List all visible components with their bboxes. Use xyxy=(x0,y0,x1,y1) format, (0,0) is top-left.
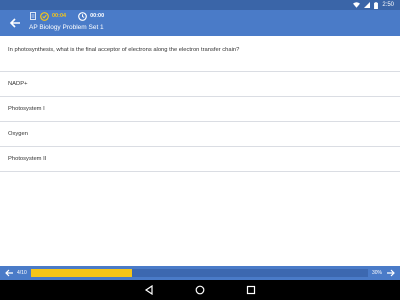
home-circle-icon[interactable] xyxy=(195,285,205,295)
answer-option-label: Oxygen xyxy=(8,131,28,137)
question-counter: 4/10 xyxy=(17,270,27,276)
answer-option[interactable]: Oxygen xyxy=(0,121,400,146)
timer-group: 00:04 00:00 xyxy=(30,11,104,21)
previous-arrow-icon[interactable] xyxy=(4,268,14,278)
status-bar: 2:50 xyxy=(0,0,400,10)
clock-check-icon xyxy=(40,11,49,21)
progress-fill xyxy=(31,269,133,277)
wifi-icon xyxy=(353,2,361,8)
status-icons: 2:50 xyxy=(353,1,394,9)
answer-option-label: Photosystem I xyxy=(8,106,45,112)
next-arrow-icon[interactable] xyxy=(386,268,396,278)
question-navigation-bar: 4/10 30% xyxy=(0,266,400,280)
answer-option[interactable]: Photosystem I xyxy=(0,96,400,121)
stopwatch-icon xyxy=(78,11,87,21)
signal-icon xyxy=(364,2,371,8)
answer-options: NADP+ Photosystem I Oxygen Photosystem I… xyxy=(0,71,400,172)
system-navigation-bar xyxy=(0,280,400,300)
back-triangle-icon[interactable] xyxy=(144,285,154,295)
page-title: AP Biology Problem Set 1 xyxy=(29,24,104,31)
recents-square-icon[interactable] xyxy=(246,285,256,295)
answer-option-label: NADP+ xyxy=(8,81,28,87)
elapsed-timer: 00:04 xyxy=(52,13,67,19)
status-clock: 2:50 xyxy=(382,2,394,8)
battery-icon xyxy=(374,1,379,9)
document-icon xyxy=(30,12,36,20)
progress-percent: 30% xyxy=(372,270,383,276)
app-bar: 00:04 00:00 AP Biology Problem Set 1 xyxy=(0,10,400,36)
answer-option[interactable]: NADP+ xyxy=(0,71,400,96)
question-text: In photosynthesis, what is the final acc… xyxy=(8,47,240,53)
progress-bar xyxy=(31,269,368,277)
back-arrow-icon[interactable] xyxy=(9,17,21,29)
total-timer: 00:00 xyxy=(90,13,105,19)
answer-option-label: Photosystem II xyxy=(8,156,47,162)
answer-option[interactable]: Photosystem II xyxy=(0,146,400,172)
